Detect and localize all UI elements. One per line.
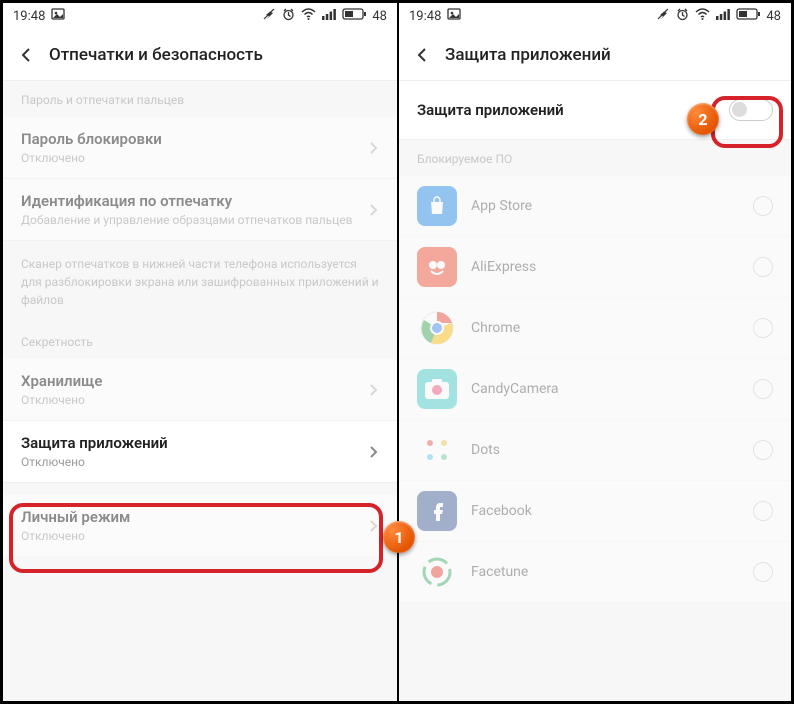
item-app-protection[interactable]: Защита приложений Отключено — [3, 421, 397, 483]
app-name: Chrome — [471, 320, 739, 336]
toggle-switch[interactable] — [729, 99, 773, 121]
app-name: App Store — [471, 198, 739, 214]
app-row[interactable]: Chrome — [399, 298, 791, 359]
app-icon — [417, 308, 457, 348]
app-row[interactable]: Facebook — [399, 481, 791, 542]
status-time: 19:48 — [13, 9, 45, 24]
vibrate-icon — [656, 7, 670, 25]
app-icon — [417, 491, 457, 531]
item-subtitle: Отключено — [21, 529, 130, 543]
signal-icon — [322, 9, 336, 24]
signal-icon — [716, 9, 730, 24]
item-title: Пароль блокировки — [21, 130, 162, 148]
app-icon — [417, 369, 457, 409]
toggle-label: Защита приложений — [417, 101, 564, 119]
wifi-icon — [301, 8, 316, 24]
app-row[interactable]: Dots — [399, 420, 791, 481]
toggle-app-protection[interactable]: Защита приложений — [399, 81, 791, 140]
item-subtitle: Добавление и управление образцами отпеча… — [21, 213, 352, 227]
section-header: Секретность — [3, 323, 397, 359]
radio-icon[interactable] — [753, 257, 773, 277]
app-row[interactable]: Facetune — [399, 542, 791, 603]
app-name: Facetune — [471, 564, 739, 580]
item-title: Идентификация по отпечатку — [21, 192, 352, 210]
radio-icon[interactable] — [753, 440, 773, 460]
header: Отпечатки и безопасность — [3, 29, 397, 81]
app-name: CandyCamera — [471, 381, 739, 397]
item-lock-password[interactable]: Пароль блокировки Отключено — [3, 117, 397, 179]
app-name: Dots — [471, 442, 739, 458]
app-name: Facebook — [471, 503, 739, 519]
back-icon[interactable] — [413, 46, 431, 64]
radio-icon[interactable] — [753, 318, 773, 338]
callout-1: 1 — [383, 521, 415, 553]
status-bar: 19:48 48 — [3, 3, 397, 29]
chevron-right-icon — [367, 445, 379, 459]
header: Защита приложений — [399, 29, 791, 81]
alarm-icon — [676, 8, 689, 25]
app-row[interactable]: CandyCamera — [399, 359, 791, 420]
section-header: Блокируемое ПО — [399, 140, 791, 176]
item-title: Личный режим — [21, 508, 130, 526]
info-text: Сканер отпечатков в нижней части телефон… — [3, 241, 397, 323]
alarm-icon — [282, 8, 295, 25]
radio-icon[interactable] — [753, 562, 773, 582]
wifi-icon — [695, 8, 710, 24]
item-private-mode[interactable]: Личный режим Отключено — [3, 483, 397, 556]
app-icon — [417, 552, 457, 592]
chevron-right-icon — [367, 519, 379, 533]
item-title: Хранилище — [21, 372, 102, 390]
chevron-right-icon — [367, 203, 379, 217]
section-header: Пароль и отпечатки пальцев — [3, 81, 397, 117]
app-row[interactable]: App Store — [399, 176, 791, 237]
radio-icon[interactable] — [753, 379, 773, 399]
chevron-right-icon — [367, 383, 379, 397]
item-subtitle: Отключено — [21, 393, 102, 407]
screenshot-icon — [447, 8, 461, 24]
battery-level: 48 — [372, 9, 387, 24]
item-subtitle: Отключено — [21, 455, 168, 469]
item-storage[interactable]: Хранилище Отключено — [3, 359, 397, 421]
app-icon — [417, 247, 457, 287]
status-time: 19:48 — [409, 9, 441, 24]
app-icon — [417, 186, 457, 226]
page-title: Защита приложений — [445, 45, 611, 65]
vibrate-icon — [262, 7, 276, 25]
status-bar: 19:48 48 — [399, 3, 791, 29]
screenshot-icon — [51, 8, 65, 24]
battery-icon — [736, 8, 760, 24]
battery-level: 48 — [766, 9, 781, 24]
callout-2: 2 — [687, 103, 719, 135]
battery-icon — [342, 8, 366, 24]
app-name: AliExpress — [471, 259, 739, 275]
app-icon — [417, 430, 457, 470]
radio-icon[interactable] — [753, 501, 773, 521]
radio-icon[interactable] — [753, 196, 773, 216]
item-subtitle: Отключено — [21, 151, 162, 165]
chevron-right-icon — [367, 141, 379, 155]
item-title: Защита приложений — [21, 434, 168, 452]
app-row[interactable]: AliExpress — [399, 237, 791, 298]
page-title: Отпечатки и безопасность — [49, 45, 263, 65]
back-icon[interactable] — [17, 46, 35, 64]
item-fingerprint-id[interactable]: Идентификация по отпечатку Добавление и … — [3, 179, 397, 241]
